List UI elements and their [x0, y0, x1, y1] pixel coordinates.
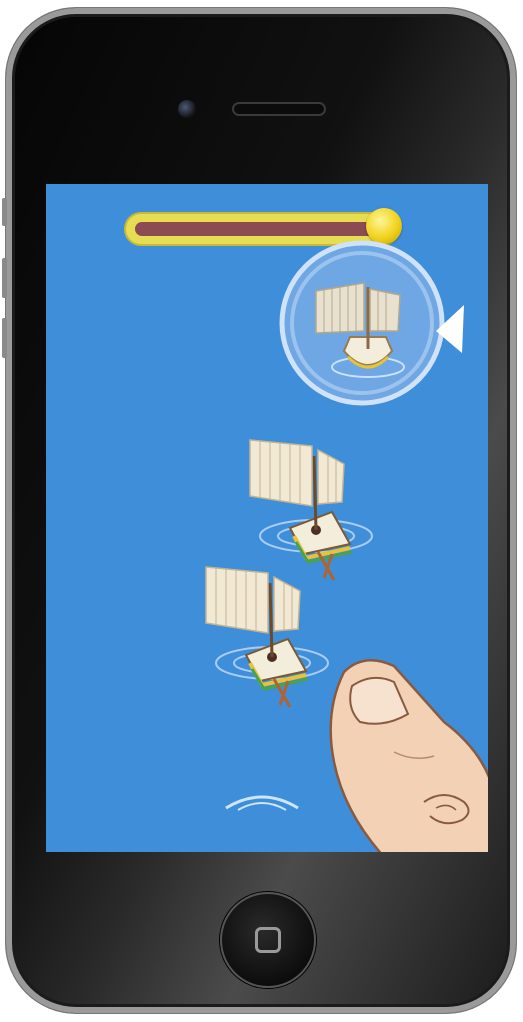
sailing-ship-icon[interactable]: [186, 559, 336, 709]
next-ship-preview[interactable]: [278, 239, 464, 425]
swipe-up-chevron-icon: [225, 795, 299, 811]
home-button[interactable]: [220, 892, 316, 988]
game-screen[interactable]: [46, 184, 488, 852]
home-square-icon: [255, 927, 281, 953]
front-camera-icon: [178, 100, 196, 118]
volume-up-button: [2, 258, 7, 298]
level-progress-fill: [135, 222, 384, 236]
volume-down-button: [2, 318, 7, 358]
finger-tap-icon: [329, 659, 488, 852]
earpiece-speaker: [232, 102, 326, 116]
silent-switch: [2, 198, 7, 226]
